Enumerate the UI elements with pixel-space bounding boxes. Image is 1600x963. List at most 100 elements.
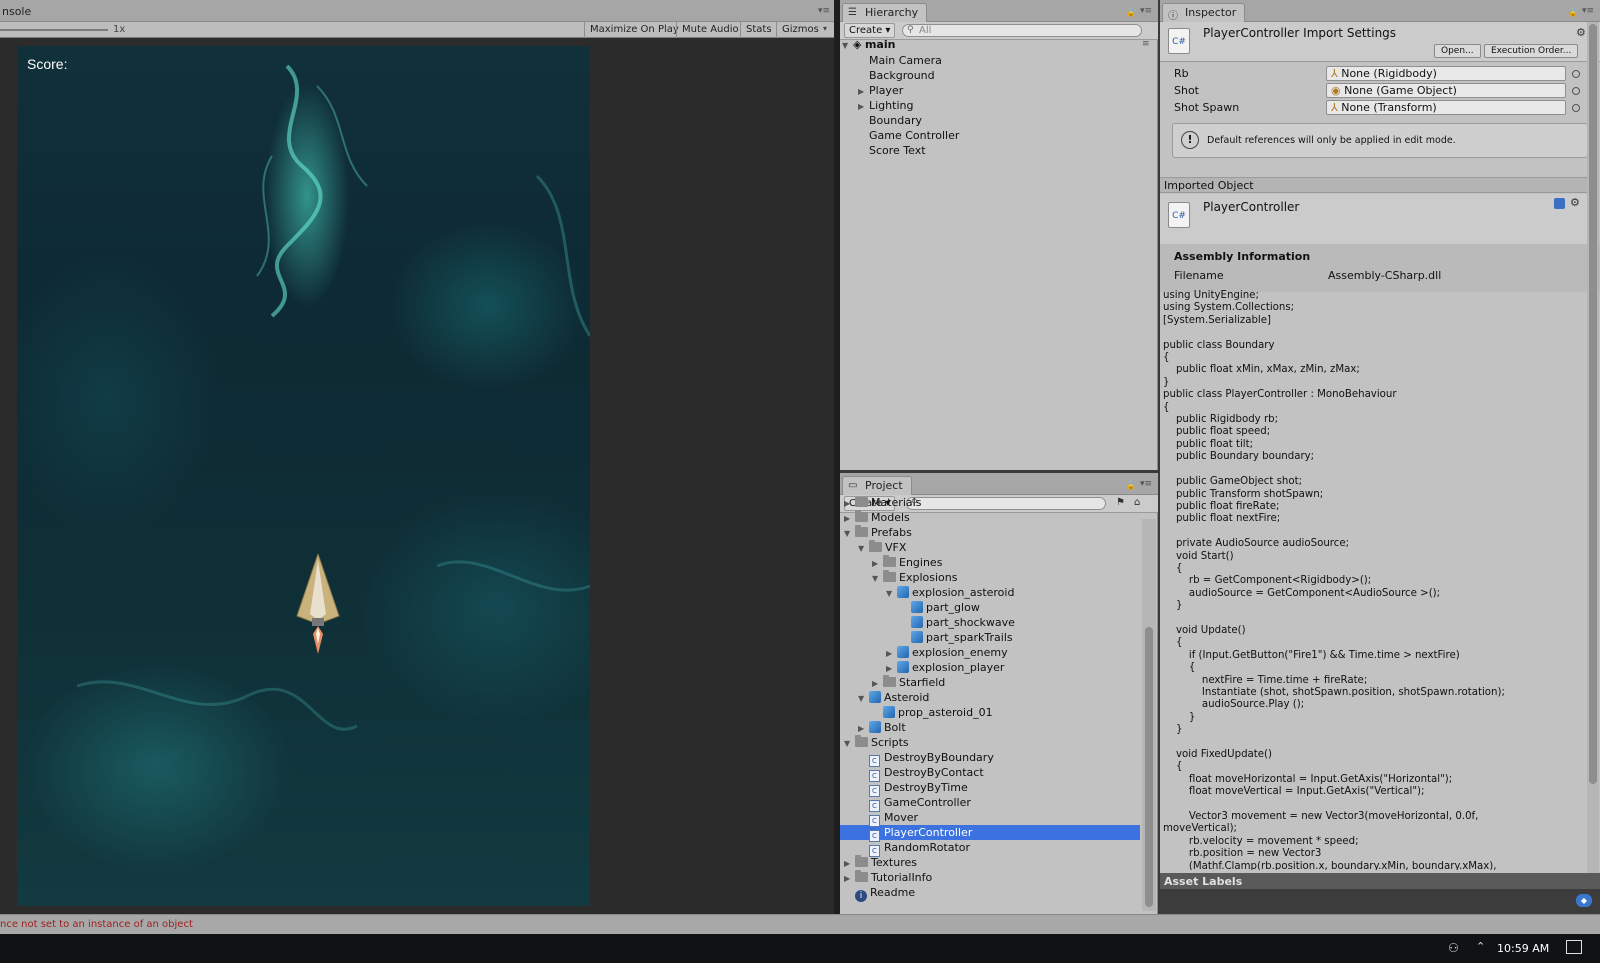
inspector-scrollbar[interactable] bbox=[1587, 22, 1599, 874]
maximize-on-play-button[interactable]: Maximize On Play bbox=[584, 22, 684, 38]
scrollbar-thumb[interactable] bbox=[1589, 24, 1597, 784]
error-message[interactable]: nce not set to an instance of an object bbox=[0, 919, 193, 930]
hierarchy-item[interactable]: ▶ Lighting bbox=[840, 98, 1156, 113]
hierarchy-search-input[interactable]: ⚲ All bbox=[902, 24, 1142, 37]
object-picker-icon[interactable] bbox=[1572, 70, 1580, 78]
project-item[interactable]: ▶ Engines bbox=[840, 555, 1140, 570]
mute-audio-button[interactable]: Mute Audio bbox=[676, 22, 744, 38]
project-item[interactable]: ▶ Bolt bbox=[840, 720, 1140, 735]
hierarchy-item[interactable]: Score Text bbox=[840, 143, 1156, 158]
panel-menu-icon[interactable]: ▾≡ bbox=[1140, 479, 1152, 489]
project-item[interactable]: C DestroyByContact bbox=[840, 765, 1140, 782]
project-item[interactable]: ▼ Prefabs bbox=[840, 525, 1140, 540]
project-item[interactable]: C RandomRotator bbox=[840, 840, 1140, 857]
project-item[interactable]: part_shockwave bbox=[840, 615, 1140, 630]
console-tab[interactable]: nsole bbox=[2, 5, 31, 18]
expand-arrow-icon[interactable]: ▶ bbox=[872, 676, 883, 691]
hierarchy-item[interactable]: ▶ Player bbox=[840, 83, 1156, 98]
project-tab[interactable]: ▭ Project bbox=[842, 476, 912, 495]
hierarchy-item-label: Boundary bbox=[869, 114, 922, 127]
gizmos-dropdown-icon[interactable]: ▾ bbox=[823, 24, 827, 33]
create-dropdown[interactable]: Create ▾ bbox=[844, 23, 896, 38]
scale-slider[interactable] bbox=[0, 29, 108, 31]
expand-arrow-icon[interactable]: ▶ bbox=[844, 497, 855, 511]
collapse-arrow-icon[interactable]: ▼ bbox=[844, 526, 855, 541]
project-item[interactable]: part_sparkTrails bbox=[840, 630, 1140, 645]
console-status-bar[interactable]: nce not set to an instance of an object bbox=[0, 914, 1600, 934]
hierarchy-item[interactable]: Main Camera bbox=[840, 53, 1156, 68]
panel-menu-icon[interactable]: ▾≡ bbox=[1582, 6, 1594, 16]
action-center-icon[interactable] bbox=[1566, 940, 1582, 954]
project-item[interactable]: ▼ Asteroid bbox=[840, 690, 1140, 705]
chevron-up-icon[interactable]: ⌃ bbox=[1476, 940, 1485, 953]
scene-root[interactable]: ▼ ◈ main ≡ bbox=[842, 37, 1156, 52]
stats-button[interactable]: Stats bbox=[740, 22, 777, 38]
project-item-selected[interactable]: C PlayerController bbox=[840, 825, 1140, 842]
lock-icon[interactable]: 🔒 bbox=[1126, 481, 1136, 490]
project-item[interactable]: ▶ explosion_enemy bbox=[840, 645, 1140, 660]
project-item[interactable]: ▶ Textures bbox=[840, 855, 1140, 870]
project-scrollbar[interactable] bbox=[1142, 519, 1156, 911]
object-reference-input[interactable]: ⅄ None (Transform) bbox=[1326, 100, 1566, 115]
project-item[interactable]: ▼ explosion_asteroid bbox=[840, 585, 1140, 600]
project-item[interactable]: C Mover bbox=[840, 810, 1140, 827]
project-item[interactable]: C DestroyByBoundary bbox=[840, 750, 1140, 767]
collapse-arrow-icon[interactable]: ▼ bbox=[842, 38, 853, 53]
scrollbar-thumb[interactable] bbox=[1145, 627, 1153, 907]
list-icon: ☰ bbox=[848, 7, 857, 18]
expand-arrow-icon[interactable]: ▶ bbox=[844, 511, 855, 526]
hierarchy-tab[interactable]: ☰ Hierarchy bbox=[842, 3, 928, 22]
hierarchy-item[interactable]: Boundary bbox=[840, 113, 1156, 128]
project-item[interactable]: C GameController bbox=[840, 795, 1140, 812]
project-item[interactable]: prop_asteroid_01 bbox=[840, 705, 1140, 720]
execution-order-button[interactable]: Execution Order... bbox=[1484, 44, 1579, 58]
people-icon[interactable]: ⚇ bbox=[1448, 941, 1459, 955]
project-item[interactable]: C DestroyByTime bbox=[840, 780, 1140, 797]
panel-menu-icon[interactable]: ▾≡ bbox=[818, 6, 830, 16]
project-item[interactable]: ▶ Models bbox=[840, 510, 1140, 525]
expand-arrow-icon[interactable]: ▶ bbox=[844, 871, 855, 886]
expand-arrow-icon[interactable]: ▶ bbox=[858, 99, 869, 114]
project-item[interactable]: ▼ Scripts bbox=[840, 735, 1140, 750]
project-item[interactable]: ▼ Explosions bbox=[840, 570, 1140, 585]
expand-arrow-icon[interactable]: ▶ bbox=[886, 646, 897, 661]
scene-menu-icon[interactable]: ≡ bbox=[1142, 37, 1150, 52]
assembly-information: Assembly Information Filename Assembly-C… bbox=[1160, 244, 1600, 292]
expand-arrow-icon[interactable]: ▶ bbox=[858, 721, 869, 736]
gizmos-button[interactable]: Gizmos bbox=[776, 22, 824, 38]
lock-icon[interactable]: 🔒 bbox=[1568, 8, 1578, 17]
expand-arrow-icon[interactable]: ▶ bbox=[844, 856, 855, 871]
open-button[interactable]: Open... bbox=[1434, 44, 1481, 58]
expand-arrow-icon[interactable]: ▶ bbox=[858, 84, 869, 99]
object-reference-input[interactable]: ◉ None (Game Object) bbox=[1326, 83, 1566, 98]
collapse-arrow-icon[interactable]: ▼ bbox=[858, 541, 869, 556]
taskbar-clock[interactable]: 10:59 AM bbox=[1497, 942, 1549, 955]
project-item[interactable]: ▶ Materials bbox=[840, 497, 1140, 510]
collapse-arrow-icon[interactable]: ▼ bbox=[844, 736, 855, 751]
help-book-icon[interactable] bbox=[1554, 198, 1565, 209]
object-picker-icon[interactable] bbox=[1572, 104, 1580, 112]
object-reference-input[interactable]: ⅄ None (Rigidbody) bbox=[1326, 66, 1566, 81]
collapse-arrow-icon[interactable]: ▼ bbox=[858, 691, 869, 706]
gear-icon[interactable]: ⚙ bbox=[1570, 196, 1580, 209]
hierarchy-tab-label: Hierarchy bbox=[865, 6, 919, 19]
collapse-arrow-icon[interactable]: ▼ bbox=[872, 571, 883, 586]
expand-arrow-icon[interactable]: ▶ bbox=[872, 556, 883, 571]
object-picker-icon[interactable] bbox=[1572, 87, 1580, 95]
lock-icon[interactable]: 🔒 bbox=[1126, 8, 1136, 17]
hierarchy-item[interactable]: Game Controller bbox=[840, 128, 1156, 143]
label-tag-icon[interactable]: ◆ bbox=[1576, 894, 1592, 907]
panel-menu-icon[interactable]: ▾≡ bbox=[1140, 6, 1152, 16]
collapse-arrow-icon[interactable]: ▼ bbox=[886, 586, 897, 601]
game-viewport[interactable]: Score: bbox=[17, 46, 590, 906]
project-item[interactable]: ▶ Starfield bbox=[840, 675, 1140, 690]
project-item[interactable]: part_glow bbox=[840, 600, 1140, 615]
expand-arrow-icon[interactable]: ▶ bbox=[886, 661, 897, 676]
project-item[interactable]: ▶ TutorialInfo bbox=[840, 870, 1140, 885]
hierarchy-item[interactable]: Background bbox=[840, 68, 1156, 83]
inspector-tab[interactable]: ⓘ Inspector bbox=[1162, 3, 1246, 22]
gear-icon[interactable]: ⚙ bbox=[1576, 26, 1586, 39]
project-item[interactable]: ▼ VFX bbox=[840, 540, 1140, 555]
project-item[interactable]: ▶ explosion_player bbox=[840, 660, 1140, 675]
project-item[interactable]: i Readme bbox=[840, 885, 1140, 902]
